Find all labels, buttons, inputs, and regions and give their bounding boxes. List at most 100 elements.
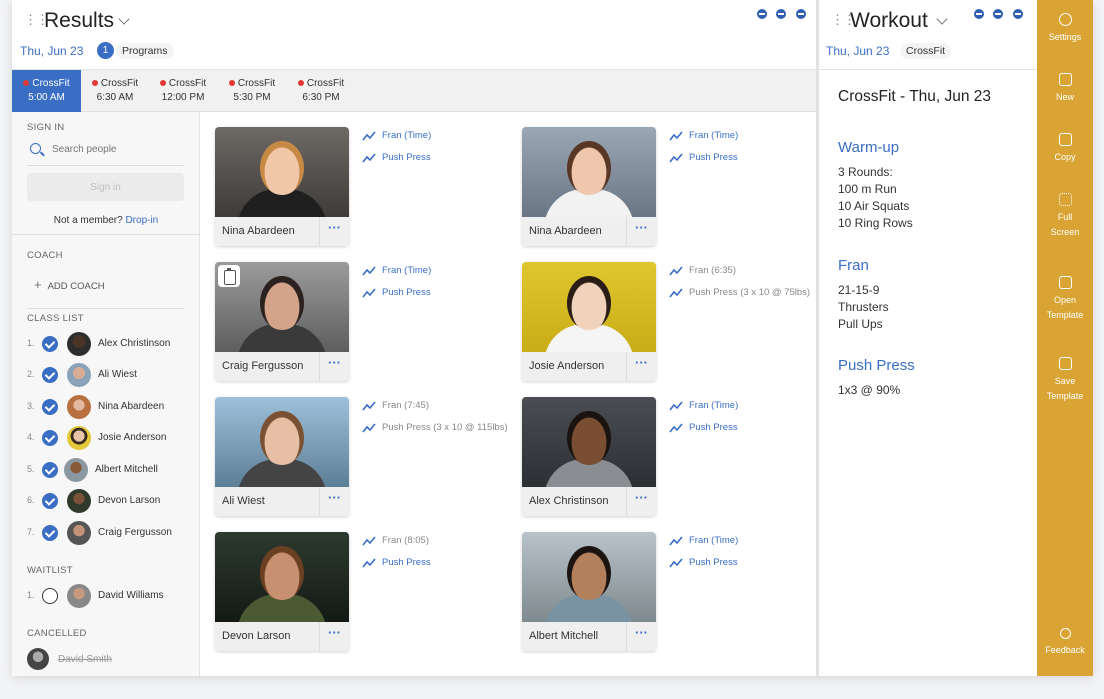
result-entry[interactable]: Push Press (3 x 10 @ 115lbs) — [382, 422, 508, 433]
trend-icon[interactable] — [669, 153, 683, 163]
trend-icon[interactable] — [362, 558, 376, 568]
trend-icon[interactable] — [362, 288, 376, 298]
settings-button[interactable]: Settings — [1037, 13, 1093, 45]
athlete-name: Nina Abardeen — [222, 225, 295, 237]
result-entry[interactable]: Push Press — [382, 557, 431, 568]
trend-icon[interactable] — [669, 401, 683, 411]
more-options-icon[interactable]: ··· — [319, 622, 349, 651]
trend-icon[interactable] — [362, 266, 376, 276]
trend-icon[interactable] — [669, 266, 683, 276]
athlete-card[interactable]: Nina Abardeen ··· — [522, 127, 656, 246]
sign-in-button[interactable]: Sign in — [27, 173, 184, 201]
trend-icon[interactable] — [669, 558, 683, 568]
open-template-button[interactable]: Open Template — [1037, 276, 1093, 323]
checked-in-icon[interactable] — [42, 462, 58, 478]
list-number: 3. — [27, 401, 35, 411]
class-list-item[interactable]: 7. Craig Fergusson — [27, 521, 197, 545]
chevron-down-icon[interactable] — [936, 13, 948, 25]
unchecked-icon[interactable] — [42, 588, 58, 604]
class-list-item[interactable]: 4. Josie Anderson — [27, 426, 197, 450]
search-input[interactable] — [52, 144, 177, 155]
class-tab[interactable]: CrossFit 12:00 PM — [149, 70, 217, 112]
result-entry[interactable]: Fran (Time) — [689, 535, 738, 546]
class-tab[interactable]: CrossFit 5:00 AM — [12, 70, 81, 112]
minimize-icon[interactable] — [993, 9, 1003, 19]
program-chip[interactable]: CrossFit — [900, 43, 952, 59]
more-options-icon[interactable]: ··· — [626, 352, 656, 381]
checked-in-icon[interactable] — [42, 336, 58, 352]
status-dot-icon — [228, 80, 235, 87]
athlete-name: Albert Mitchell — [95, 464, 158, 475]
trend-icon[interactable] — [669, 131, 683, 141]
result-entry[interactable]: Fran (Time) — [689, 400, 738, 411]
more-options-icon[interactable]: ··· — [319, 487, 349, 516]
result-entry[interactable]: Fran (Time) — [382, 265, 431, 276]
full-screen-button[interactable]: Full Screen — [1037, 193, 1093, 240]
class-tab[interactable]: CrossFit 6:30 AM — [81, 70, 149, 112]
athlete-card[interactable]: Albert Mitchell ··· — [522, 532, 656, 651]
result-entry[interactable]: Push Press — [689, 422, 738, 433]
results-date[interactable]: Thu, Jun 23 — [20, 44, 83, 58]
chevron-down-icon[interactable] — [118, 13, 130, 25]
athlete-card[interactable]: Devon Larson ··· — [215, 532, 349, 651]
drop-in-link[interactable]: Drop-in — [125, 215, 158, 226]
athlete-card[interactable]: Ali Wiest ··· — [215, 397, 349, 516]
checked-in-icon[interactable] — [42, 430, 58, 446]
class-list-item[interactable]: 5. Albert Mitchell — [27, 458, 197, 482]
trend-icon[interactable] — [669, 536, 683, 546]
checked-in-icon[interactable] — [42, 525, 58, 541]
trend-icon[interactable] — [362, 423, 376, 433]
zoom-icon[interactable] — [974, 9, 984, 19]
more-options-icon[interactable]: ··· — [626, 217, 656, 246]
result-entry[interactable]: Push Press — [382, 152, 431, 163]
athlete-card[interactable]: Craig Fergusson ··· — [215, 262, 349, 381]
checked-in-icon[interactable] — [42, 367, 58, 383]
programs-button[interactable]: Programs — [116, 43, 174, 59]
athlete-card[interactable]: Alex Christinson ··· — [522, 397, 656, 516]
result-entry[interactable]: Push Press — [689, 557, 738, 568]
section-title: Warm-up — [838, 139, 900, 156]
result-entry[interactable]: Push Press (3 x 10 @ 75lbs) — [689, 287, 810, 298]
more-options-icon[interactable]: ··· — [626, 622, 656, 651]
class-tab[interactable]: CrossFit 5:30 PM — [218, 70, 286, 112]
more-options-icon[interactable]: ··· — [626, 487, 656, 516]
waitlist-item[interactable]: 1. David Williams — [27, 584, 197, 608]
add-coach-button[interactable]: + ADD COACH — [34, 277, 105, 292]
trend-icon[interactable] — [362, 536, 376, 546]
zoom-icon[interactable] — [757, 9, 767, 19]
result-entry[interactable]: Push Press — [382, 287, 431, 298]
save-template-button[interactable]: Save Template — [1037, 357, 1093, 404]
more-options-icon[interactable]: ··· — [319, 217, 349, 246]
trend-icon[interactable] — [362, 131, 376, 141]
class-list-item[interactable]: 2. Ali Wiest — [27, 363, 197, 387]
trend-icon[interactable] — [669, 288, 683, 298]
checked-in-icon[interactable] — [42, 399, 58, 415]
result-entry[interactable]: Fran (6:35) — [689, 265, 736, 276]
close-icon[interactable] — [1013, 9, 1023, 19]
workout-date[interactable]: Thu, Jun 23 — [826, 44, 889, 58]
athlete-card[interactable]: Nina Abardeen ··· — [215, 127, 349, 246]
trend-icon[interactable] — [362, 401, 376, 411]
feedback-button[interactable]: Feedback — [1037, 628, 1093, 658]
result-entry[interactable]: Fran (8:05) — [382, 535, 429, 546]
result-entry[interactable]: Fran (Time) — [382, 130, 431, 141]
cancelled-item[interactable]: David Smith — [27, 648, 197, 672]
more-options-icon[interactable]: ··· — [319, 352, 349, 381]
new-button[interactable]: New — [1037, 73, 1093, 105]
class-list-item[interactable]: 6. Devon Larson — [27, 489, 197, 513]
trend-icon[interactable] — [669, 423, 683, 433]
class-list-item[interactable]: 3. Nina Abardeen — [27, 395, 197, 419]
result-entry[interactable]: Fran (Time) — [689, 130, 738, 141]
athlete-card[interactable]: Josie Anderson ··· — [522, 262, 656, 381]
class-tab[interactable]: CrossFit 6:30 PM — [287, 70, 355, 112]
result-entry[interactable]: Fran (7:45) — [382, 400, 429, 411]
trend-icon[interactable] — [362, 153, 376, 163]
copy-button[interactable]: Copy — [1037, 133, 1093, 165]
close-icon[interactable] — [796, 9, 806, 19]
result-entry[interactable]: Push Press — [689, 152, 738, 163]
class-list-item[interactable]: 1. Alex Christinson — [27, 332, 197, 356]
avatar — [67, 584, 91, 608]
minimize-icon[interactable] — [776, 9, 786, 19]
checked-in-icon[interactable] — [42, 493, 58, 509]
clipboard-icon[interactable] — [218, 265, 240, 287]
